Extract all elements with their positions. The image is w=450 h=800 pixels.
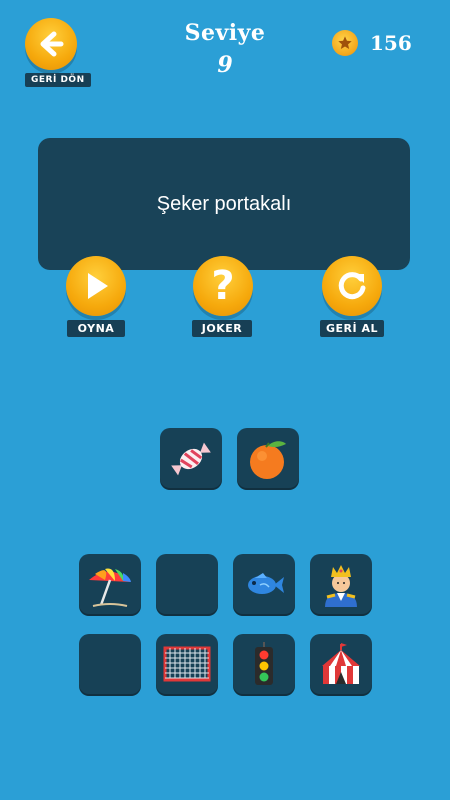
pool-tile[interactable] <box>156 634 218 696</box>
candy-icon <box>171 442 211 476</box>
answer-slot[interactable] <box>160 428 222 490</box>
coin-icon <box>332 30 358 56</box>
circus-tent-icon <box>322 643 360 684</box>
joker-label: JOKER <box>192 320 252 337</box>
arrow-left-icon <box>40 31 64 57</box>
goal-net-icon <box>163 646 211 682</box>
pool-tile[interactable] <box>310 554 372 616</box>
star-icon <box>338 36 352 49</box>
question-card: Şeker portakalı <box>38 138 410 270</box>
pool-tile[interactable] <box>233 554 295 616</box>
level-number: 9 <box>217 52 233 78</box>
undo-label: GERİ AL <box>320 320 384 337</box>
level-title: Seviye <box>184 20 266 46</box>
question-text: Şeker portakalı <box>156 192 292 215</box>
play-button[interactable] <box>66 256 126 316</box>
pool-tile[interactable] <box>233 634 295 696</box>
back-label: GERİ DÖN <box>25 73 91 87</box>
fish-icon <box>248 573 284 594</box>
orange-icon <box>250 441 286 479</box>
pool-tile-empty[interactable] <box>156 554 218 616</box>
beach-umbrella-icon <box>89 568 131 607</box>
undo-button[interactable] <box>322 256 382 316</box>
back-button[interactable] <box>25 18 77 70</box>
pool-tile-empty[interactable] <box>79 634 141 696</box>
joker-button[interactable]: ? <box>193 256 253 316</box>
play-label: OYNA <box>67 320 125 337</box>
coin-count: 156 <box>370 31 412 55</box>
refresh-icon <box>338 272 366 300</box>
question-mark-icon: ? <box>211 263 235 309</box>
play-icon <box>88 273 108 299</box>
pool-tile[interactable] <box>79 554 141 616</box>
answer-slot[interactable] <box>237 428 299 490</box>
traffic-light-icon <box>255 642 273 685</box>
prince-icon <box>325 565 357 607</box>
pool-tile[interactable] <box>310 634 372 696</box>
